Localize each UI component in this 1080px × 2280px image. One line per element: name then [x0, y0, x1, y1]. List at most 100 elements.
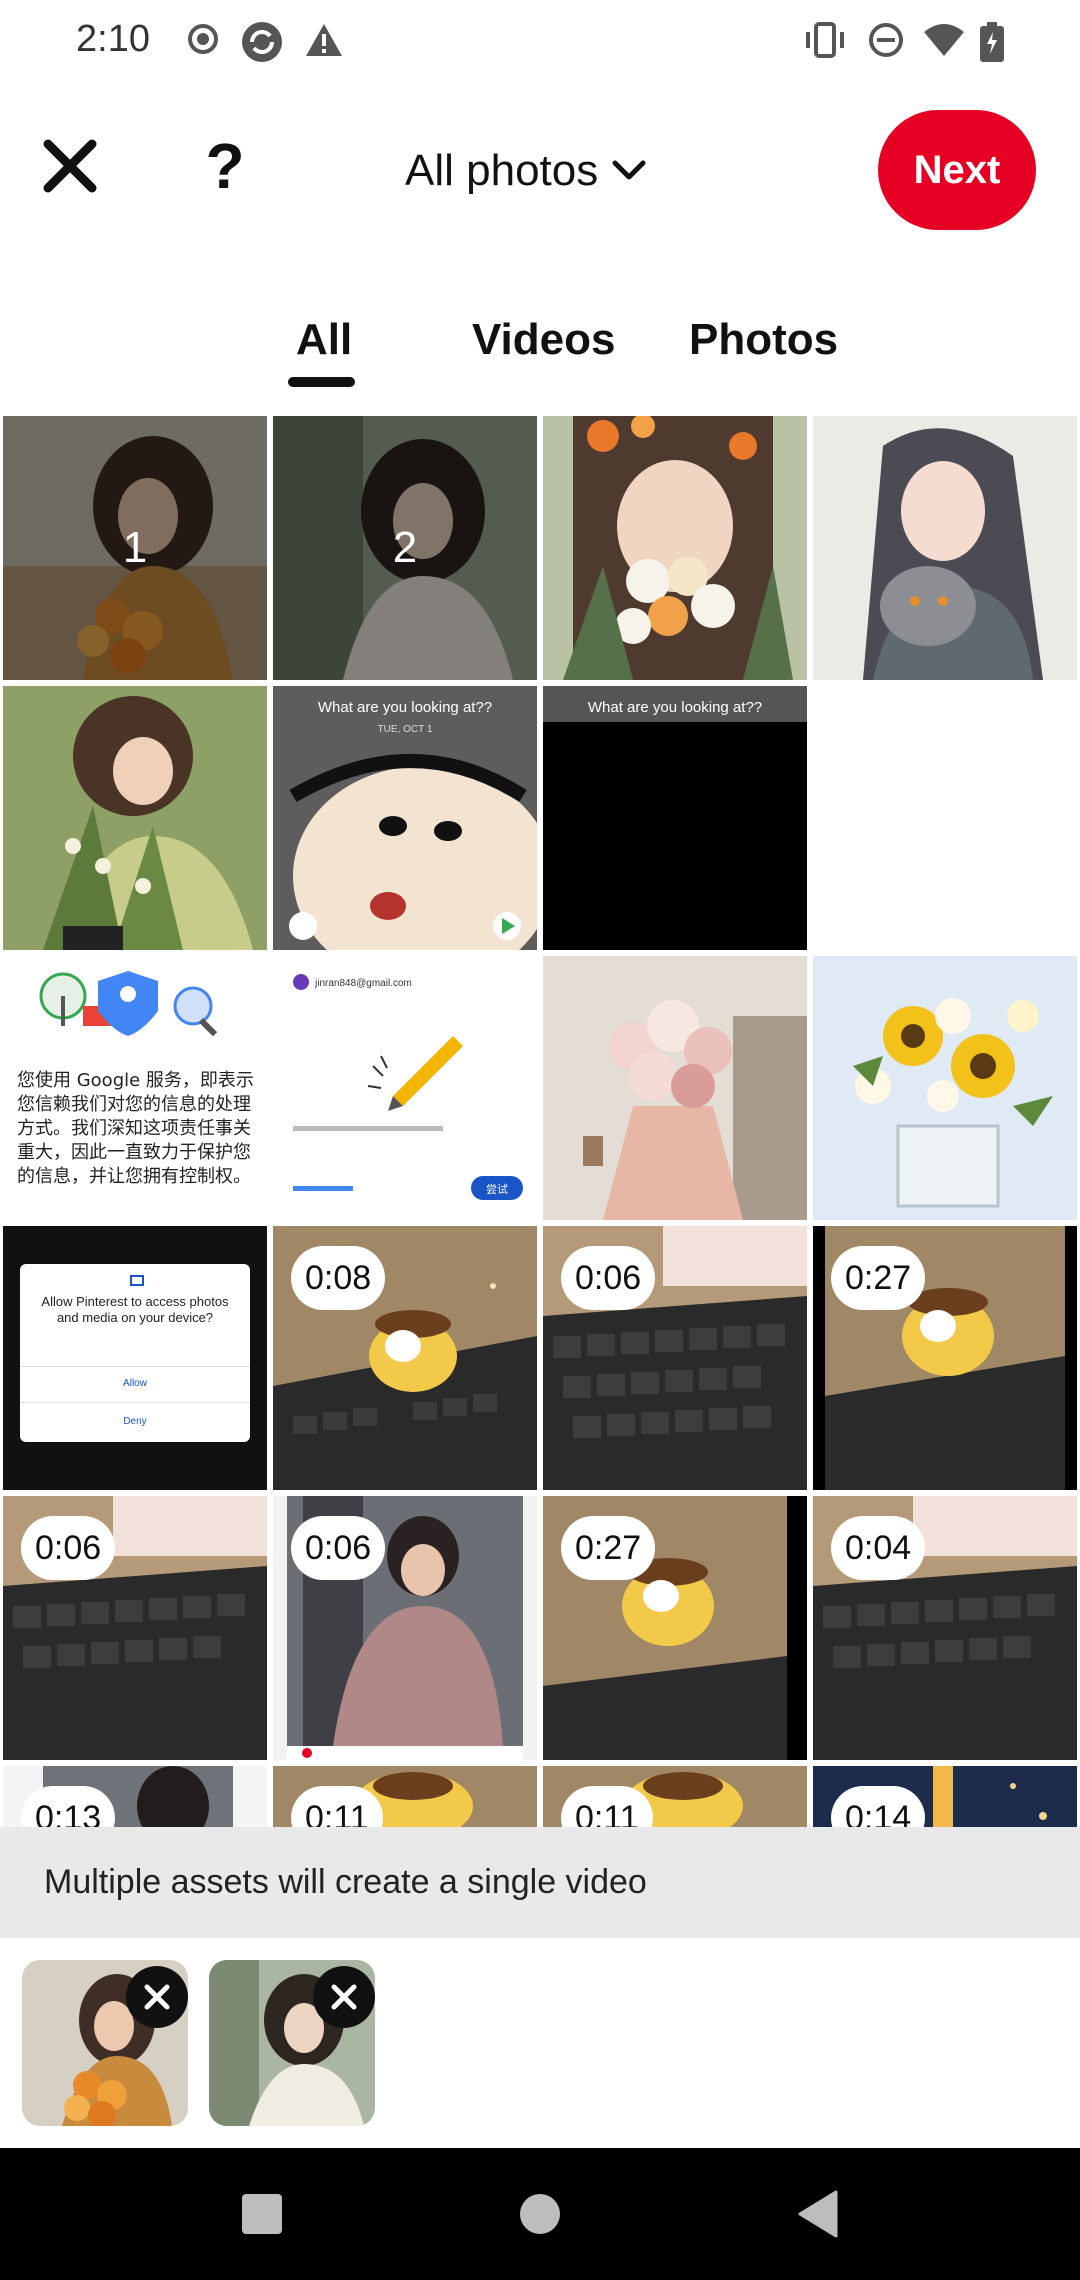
media-item[interactable]: 0:06 [543, 1226, 807, 1490]
chevron-down-icon [612, 160, 646, 180]
photo-thumbnail [813, 956, 1077, 1220]
screenshot-text-line: 的信息，并让您拥有控制权。 [17, 1166, 251, 1187]
home-button[interactable] [508, 2182, 572, 2246]
media-item[interactable]: 0:27 [813, 1226, 1077, 1490]
permission-deny-text: Deny [123, 1416, 146, 1427]
album-label: All photos [405, 146, 599, 195]
permission-allow-text: Allow [123, 1378, 148, 1389]
sync-icon [240, 20, 284, 69]
help-icon: ? [205, 130, 245, 202]
video-duration: 0:06 [21, 1516, 116, 1580]
video-duration: 0:08 [291, 1246, 386, 1310]
photo-thumbnail [543, 416, 807, 680]
media-item[interactable]: 0:27 [543, 1496, 807, 1760]
close-icon [144, 1984, 170, 2010]
selected-thumbnail[interactable] [209, 1960, 375, 2126]
tab-all[interactable]: All [296, 315, 352, 365]
media-item[interactable]: 0:06 [3, 1496, 267, 1760]
media-item[interactable]: 0:06 [273, 1496, 537, 1760]
photo-thumbnail [813, 416, 1077, 680]
media-item[interactable]: 您使用 Google 服务，即表示 您信赖我们对您的信息的处理 方式。我们深知这… [3, 956, 267, 1220]
selection-overlay: 2 [273, 416, 537, 680]
media-item[interactable]: 0:08 [273, 1226, 537, 1490]
media-item[interactable] [543, 956, 807, 1220]
info-banner: Multiple assets will create a single vid… [0, 1827, 1080, 1938]
video-duration: 0:06 [291, 1516, 386, 1580]
triangle-back-icon [798, 2190, 838, 2238]
video-duration: 0:27 [831, 1246, 926, 1310]
permission-dialog-text: Allow Pinterest to access photos and med… [41, 1294, 229, 1326]
photo-thumbnail [3, 686, 267, 950]
close-icon [331, 1984, 357, 2010]
screenshot-thumbnail: jinran848@gmail.com 尝试 [273, 956, 537, 1220]
album-selector[interactable]: All photos [405, 136, 646, 206]
status-time: 2:10 [76, 18, 150, 60]
media-item[interactable]: 1 [3, 416, 267, 680]
video-duration: 0:11 [561, 1786, 653, 1827]
media-item[interactable]: Allow Pinterest to access photos and med… [3, 1226, 267, 1490]
media-item[interactable]: 0:11 [543, 1766, 807, 1827]
info-banner-text: Multiple assets will create a single vid… [44, 1863, 647, 1901]
dnd-icon [868, 22, 904, 63]
back-button[interactable] [786, 2182, 850, 2246]
tab-selected-indicator [288, 377, 355, 387]
screenshot-caption: What are you looking at?? [318, 699, 492, 716]
media-item[interactable]: jinran848@gmail.com 尝试 [273, 956, 537, 1220]
system-nav-bar [0, 2148, 1080, 2280]
vibrate-icon [804, 22, 846, 63]
wifi-icon [922, 22, 966, 63]
selection-number: 2 [392, 523, 418, 572]
media-item[interactable] [813, 956, 1077, 1220]
media-item[interactable] [543, 416, 807, 680]
screenshot-text-line: 方式。我们深知这项责任事关 [17, 1118, 251, 1139]
recents-button[interactable] [230, 2182, 294, 2246]
media-item[interactable] [813, 416, 1077, 680]
selected-tray [0, 1938, 1080, 2148]
warning-icon [304, 22, 344, 63]
screenshot-text-line: 您信赖我们对您的信息的处理 [17, 1094, 251, 1115]
media-grid: 1 2 What are you looking at?? TUE, OCT 1… [0, 414, 1080, 1827]
media-item[interactable]: 0:04 [813, 1496, 1077, 1760]
close-button[interactable] [30, 126, 110, 206]
media-item[interactable]: 0:11 [273, 1766, 537, 1827]
status-bar: 2:10 [0, 0, 1080, 86]
screenshot-thumbnail: What are you looking at?? TUE, OCT 1 [273, 686, 537, 950]
screenshot-subcaption: TUE, OCT 1 [378, 724, 433, 735]
video-duration: 0:06 [561, 1246, 656, 1310]
video-duration: 0:04 [831, 1516, 926, 1580]
remove-selection-button[interactable] [313, 1966, 375, 2028]
selected-thumbnail[interactable] [22, 1960, 188, 2126]
media-item[interactable]: 0:13 [3, 1766, 267, 1827]
video-duration: 0:13 [21, 1786, 116, 1827]
photo-thumbnail [543, 956, 807, 1220]
square-icon [242, 2194, 282, 2234]
empty-slot [813, 686, 1077, 950]
help-button[interactable]: ? [185, 126, 265, 206]
next-button[interactable]: Next [878, 110, 1036, 230]
close-icon [43, 139, 97, 193]
media-item[interactable] [3, 686, 267, 950]
video-duration: 0:14 [831, 1786, 926, 1827]
record-icon [186, 22, 220, 61]
circle-icon [520, 2194, 560, 2234]
screenshot-button-text: 尝试 [486, 1183, 508, 1196]
media-item[interactable]: 0:14 [813, 1766, 1077, 1827]
media-item[interactable]: What are you looking at?? TUE, OCT 1 [273, 686, 537, 950]
video-duration: 0:27 [561, 1516, 656, 1580]
screenshot-caption: What are you looking at?? [588, 699, 762, 716]
selection-overlay: 1 [3, 416, 267, 680]
header: ? All photos Next [0, 86, 1080, 261]
remove-selection-button[interactable] [126, 1966, 188, 2028]
tab-videos[interactable]: Videos [472, 315, 615, 365]
video-duration: 0:11 [291, 1786, 383, 1827]
tab-photos[interactable]: Photos [689, 315, 838, 365]
screenshot-text-line: 您使用 Google 服务，即表示 [17, 1070, 254, 1091]
screenshot-thumbnail: What are you looking at?? [543, 686, 807, 950]
screenshot-text-line: 重大，因此一直致力于保护您 [17, 1142, 251, 1163]
media-item[interactable]: What are you looking at?? [543, 686, 807, 950]
media-type-tabs: All Videos Photos [0, 315, 1080, 395]
selection-number: 1 [122, 523, 148, 572]
media-item[interactable]: 2 [273, 416, 537, 680]
screenshot-thumbnail: Allow Pinterest to access photos and med… [3, 1226, 267, 1490]
screenshot-thumbnail: 您使用 Google 服务，即表示 您信赖我们对您的信息的处理 方式。我们深知这… [3, 956, 267, 1220]
